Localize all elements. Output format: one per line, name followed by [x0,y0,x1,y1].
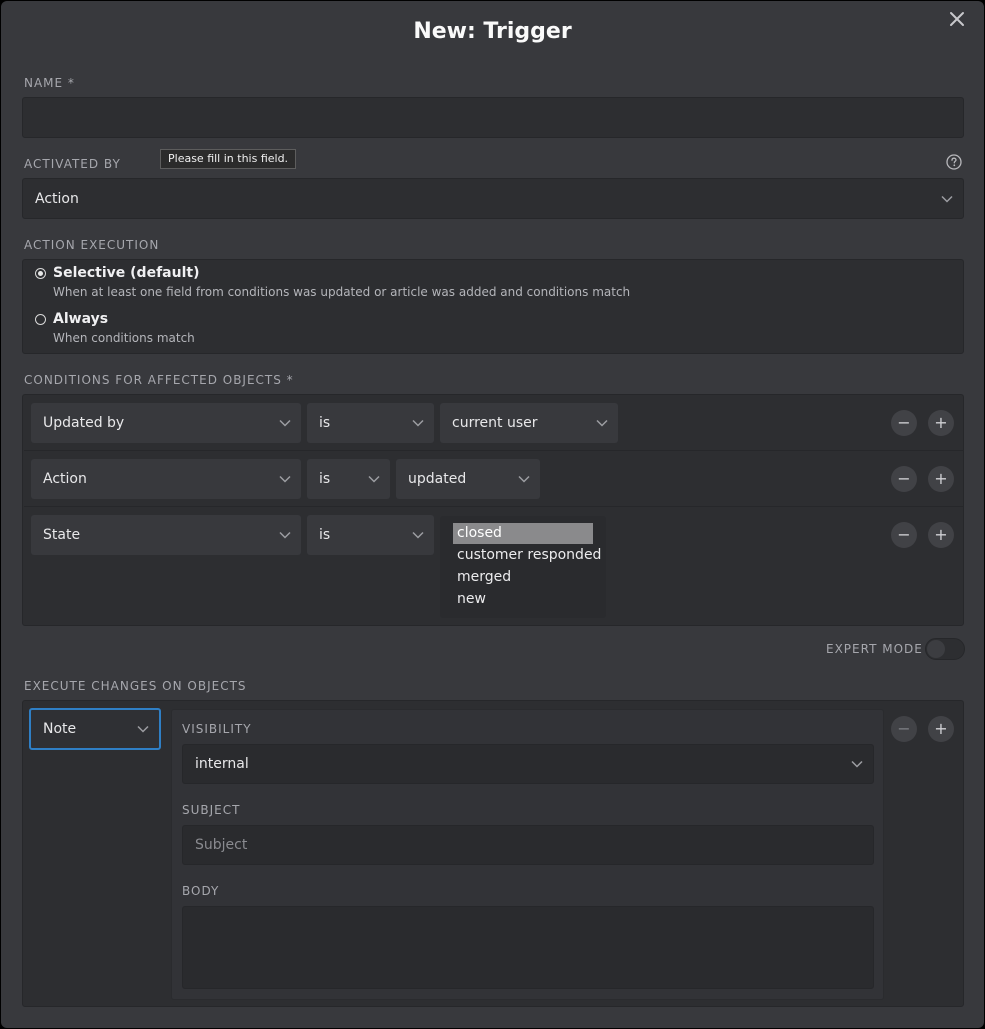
remove-condition-button[interactable]: − [891,466,917,492]
plus-icon: + [934,719,948,738]
activated-by-select[interactable]: Action [22,178,964,219]
condition-value-select[interactable]: updated [396,459,540,499]
plus-icon: + [934,413,948,432]
chevron-down-icon [941,195,953,203]
activated-by-label: ACTIVATED BY [24,157,121,171]
visibility-label: VISIBILITY [182,722,252,736]
condition-attribute-select[interactable]: Updated by [31,403,301,443]
change-type-value: Note [43,721,77,737]
subject-input[interactable]: Subject [182,825,874,865]
chevron-down-icon [137,725,149,733]
condition-operator-value: is [319,527,331,543]
close-icon[interactable] [947,9,967,29]
add-condition-button[interactable]: + [928,410,954,436]
visibility-value: internal [195,756,249,772]
trigger-dialog: New: Trigger NAME * ACTIVATED BY Please … [1,1,984,1028]
chevron-down-icon [279,531,291,539]
minus-icon: − [897,413,911,432]
condition-value: updated [408,471,467,487]
chevron-down-icon [412,531,424,539]
state-option-new[interactable]: new [453,589,593,610]
radio-selective-description: When at least one field from conditions … [53,285,631,299]
change-type-select[interactable]: Note [29,708,161,750]
condition-operator-select[interactable]: is [307,403,434,443]
remove-change-button[interactable]: − [891,716,917,742]
radio-selective-title[interactable]: Selective (default) [53,265,199,281]
action-execution-label: ACTION EXECUTION [24,238,160,252]
add-change-button[interactable]: + [928,716,954,742]
condition-operator-value: is [319,471,331,487]
state-option-customer-responded[interactable]: customer responded [453,545,601,566]
expert-mode-toggle[interactable] [925,638,965,660]
condition-attribute-select[interactable]: Action [31,459,301,499]
condition-value-select[interactable]: current user [440,403,618,443]
plus-icon: + [934,469,948,488]
remove-condition-button[interactable]: − [891,522,917,548]
condition-attribute-select[interactable]: State [31,515,301,555]
remove-condition-button[interactable]: − [891,410,917,436]
minus-icon: − [897,469,911,488]
activated-by-value: Action [35,190,79,207]
body-label: BODY [182,884,220,898]
chevron-down-icon [279,475,291,483]
subject-label: SUBJECT [182,803,241,817]
radio-selective[interactable] [35,268,46,279]
chevron-down-icon [279,419,291,427]
name-input[interactable] [22,97,964,138]
radio-always-title[interactable]: Always [53,311,108,327]
radio-always[interactable] [35,314,46,325]
row-divider [24,450,964,451]
condition-value: current user [452,415,538,431]
radio-always-description: When conditions match [53,331,195,345]
add-condition-button[interactable]: + [928,522,954,548]
condition-operator-select[interactable]: is [307,515,434,555]
plus-icon: + [934,525,948,544]
condition-operator-value: is [319,415,331,431]
execute-changes-label: EXECUTE CHANGES ON OBJECTS [24,679,247,693]
help-circle-icon[interactable] [946,154,962,170]
name-label: NAME * [24,76,75,90]
chevron-down-icon [412,419,424,427]
minus-icon: − [897,525,911,544]
body-textarea[interactable] [182,906,874,989]
add-condition-button[interactable]: + [928,466,954,492]
visibility-select[interactable]: internal [182,744,874,784]
state-option-closed[interactable]: closed [453,523,593,544]
state-option-merged[interactable]: merged [453,567,593,588]
condition-attribute-value: Updated by [43,415,125,431]
condition-attribute-value: State [43,527,81,543]
condition-operator-select[interactable]: is [307,459,390,499]
subject-placeholder: Subject [195,837,248,853]
condition-attribute-value: Action [43,471,87,487]
conditions-label: CONDITIONS FOR AFFECTED OBJECTS * [24,373,294,387]
chevron-down-icon [851,760,863,768]
state-multiselect[interactable]: closed customer responded merged new [440,516,606,618]
chevron-down-icon [518,475,530,483]
dialog-title: New: Trigger [413,19,572,44]
chevron-down-icon [368,475,380,483]
validation-tooltip: Please fill in this field. [160,149,297,169]
row-divider [24,506,964,507]
expert-mode-label: EXPERT MODE [826,642,923,656]
chevron-down-icon [596,419,608,427]
minus-icon: − [897,719,911,738]
